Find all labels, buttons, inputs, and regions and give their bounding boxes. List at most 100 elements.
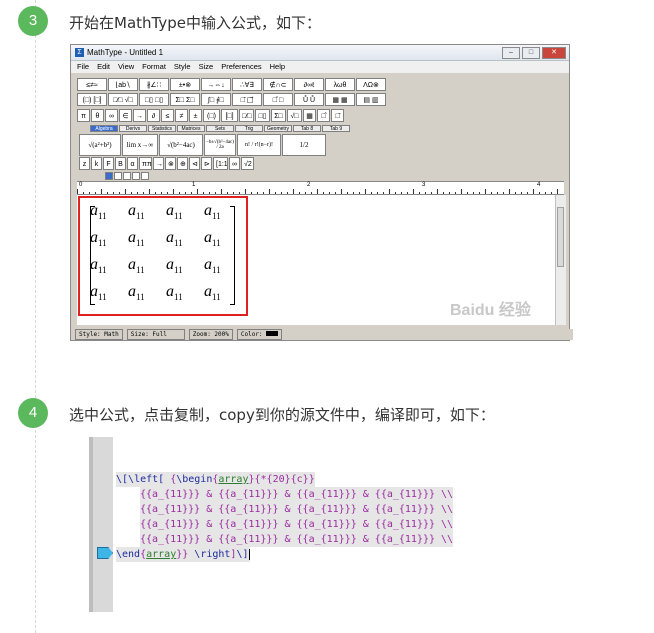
symbol-infinity-button[interactable]: ∞: [105, 109, 118, 122]
tab-algebra[interactable]: Algebra: [90, 125, 118, 132]
ruler-tick: [491, 192, 492, 194]
style-arrow-button[interactable]: →: [153, 157, 164, 170]
sum-button[interactable]: Σ□: [271, 109, 286, 122]
overbar-button[interactable]: □̄: [331, 109, 344, 122]
bar1-icon[interactable]: [105, 172, 113, 180]
brackets-button[interactable]: [□]: [221, 109, 238, 122]
tab-matrices[interactable]: Matrices: [177, 125, 205, 132]
tab-sets[interactable]: Sets: [206, 125, 234, 132]
style-right-tri-button[interactable]: ⊳: [201, 157, 212, 170]
template-limit-button[interactable]: lim x→∞: [122, 134, 158, 156]
arrows-palette-button[interactable]: →⇔↓: [201, 78, 231, 91]
symbol-pi-button[interactable]: π: [77, 109, 90, 122]
summation-template-button[interactable]: Σ□ Σ□: [170, 93, 200, 106]
ruler-tick: [377, 192, 378, 194]
script-template-button[interactable]: □▯ □▯: [139, 93, 169, 106]
matrix-cell-subscript: 11: [212, 238, 221, 249]
sqrt-button[interactable]: √□: [287, 109, 302, 122]
ruler-label: 1: [192, 182, 196, 188]
script-button[interactable]: □▯: [255, 109, 270, 122]
ruler-tick: [359, 192, 360, 194]
fraction-template-button[interactable]: □⁄□ √□: [108, 93, 138, 106]
operators-palette-button[interactable]: ±•⊗: [170, 78, 200, 91]
menu-view[interactable]: View: [118, 61, 134, 73]
spaces-palette-button[interactable]: ⌊ab∖: [108, 78, 138, 91]
menu-size[interactable]: Size: [199, 61, 214, 73]
symbol-leq-button[interactable]: ≤: [161, 109, 174, 122]
symbol-theta-button[interactable]: θ: [91, 109, 104, 122]
template-discriminant-button[interactable]: √(b²−4ac): [159, 134, 203, 156]
style-oplus-button[interactable]: ⊕: [177, 157, 188, 170]
sets-palette-button[interactable]: ∉∩⊂: [263, 78, 293, 91]
parens-button[interactable]: (□): [203, 109, 220, 122]
matrix-cell: a11: [128, 256, 145, 275]
template-quadratic-button[interactable]: −b±√(b²−4ac) / 2a: [204, 134, 236, 156]
ruler-tick: [353, 192, 354, 194]
ruler-tick: [143, 192, 144, 194]
bar2-icon[interactable]: [114, 172, 122, 180]
menu-file[interactable]: File: [77, 61, 89, 73]
template-hypotenuse-button[interactable]: √(a²+b²): [79, 134, 121, 156]
hat-button[interactable]: □̂: [317, 109, 330, 122]
integral-template-button[interactable]: ∫□ ∮□: [201, 93, 231, 106]
tab-9[interactable]: Tab 9: [322, 125, 350, 132]
tab-trig[interactable]: Trig: [235, 125, 263, 132]
maximize-button[interactable]: □: [522, 47, 540, 59]
fraction-button[interactable]: □⁄□: [239, 109, 254, 122]
menu-format[interactable]: Format: [142, 61, 166, 73]
bar5-icon[interactable]: [141, 172, 149, 180]
arrow-template-button[interactable]: □̂ □: [263, 93, 293, 106]
style-b-button[interactable]: B: [115, 157, 126, 170]
symbol-neq-button[interactable]: ≠: [175, 109, 188, 122]
symbol-element-button[interactable]: ∈: [119, 109, 132, 122]
minimize-button[interactable]: –: [502, 47, 520, 59]
tab-geometry[interactable]: Geometry: [264, 125, 292, 132]
scrollbar-thumb[interactable]: [557, 207, 564, 267]
right-bracket: [230, 206, 235, 305]
menu-preferences[interactable]: Preferences: [221, 61, 261, 73]
ruler-tick: [119, 192, 120, 194]
misc-palette-button[interactable]: ∂∞ℓ: [294, 78, 324, 91]
style-infinity-button[interactable]: ∞: [229, 157, 240, 170]
style-sqrt2-button[interactable]: √2: [241, 157, 254, 170]
matrix-button[interactable]: ▦: [303, 109, 316, 122]
menu-style[interactable]: Style: [174, 61, 191, 73]
tab-statistics[interactable]: Statistics: [148, 125, 176, 132]
style-left-tri-button[interactable]: ⊲: [189, 157, 200, 170]
close-button[interactable]: ✕: [542, 47, 566, 59]
ruler-tick: [89, 192, 90, 194]
product-template-button[interactable]: Ů Ů: [294, 93, 324, 106]
tab-8[interactable]: Tab 8: [293, 125, 321, 132]
symbol-pm-button[interactable]: ±: [189, 109, 202, 122]
greek-lower-palette-button[interactable]: λωθ: [325, 78, 355, 91]
style-alpha-button[interactable]: α: [127, 157, 138, 170]
menu-edit[interactable]: Edit: [97, 61, 110, 73]
bar3-icon[interactable]: [123, 172, 131, 180]
template-combination-button[interactable]: n! / r!(n−r)!: [237, 134, 281, 156]
symbol-partial-button[interactable]: ∂: [147, 109, 160, 122]
vertical-scrollbar[interactable]: [555, 195, 566, 325]
style-z-button[interactable]: z: [79, 157, 90, 170]
status-style: Style: Math: [75, 329, 123, 340]
style-ratio-button[interactable]: [1:1]: [213, 157, 228, 170]
matrix-template-button[interactable]: ▦ ▦: [325, 93, 355, 106]
fence-template-button[interactable]: (□) [□]: [77, 93, 107, 106]
logic-palette-button[interactable]: ∴∀∃: [232, 78, 262, 91]
bar4-icon[interactable]: [132, 172, 140, 180]
bar-template-button[interactable]: □̄ □⃗: [232, 93, 262, 106]
template-half-button[interactable]: 1/2: [282, 134, 326, 156]
box-template-button[interactable]: ▤ ▥: [356, 93, 386, 106]
relations-palette-button[interactable]: ≤≠≈: [77, 78, 107, 91]
style-k-button[interactable]: k: [91, 157, 102, 170]
style-f-button[interactable]: F: [103, 157, 114, 170]
matrix-cell-subscript: 11: [174, 211, 183, 222]
tab-derivs[interactable]: Derivs: [119, 125, 147, 132]
style-pipi-button[interactable]: ππ: [139, 157, 152, 170]
symbol-palette-row: ≤≠≈ ⌊ab∖ ∦∠∷ ±•⊗ →⇔↓ ∴∀∃ ∉∩⊂ ∂∞ℓ λωθ ΛΩ⊗: [77, 78, 386, 91]
greek-upper-palette-button[interactable]: ΛΩ⊗: [356, 78, 386, 91]
symbol-arrow-button[interactable]: →: [133, 109, 146, 122]
ruler-tick: [347, 192, 348, 194]
embellishments-palette-button[interactable]: ∦∠∷: [139, 78, 169, 91]
style-otimes-button[interactable]: ⊗: [165, 157, 176, 170]
menu-help[interactable]: Help: [270, 61, 285, 73]
